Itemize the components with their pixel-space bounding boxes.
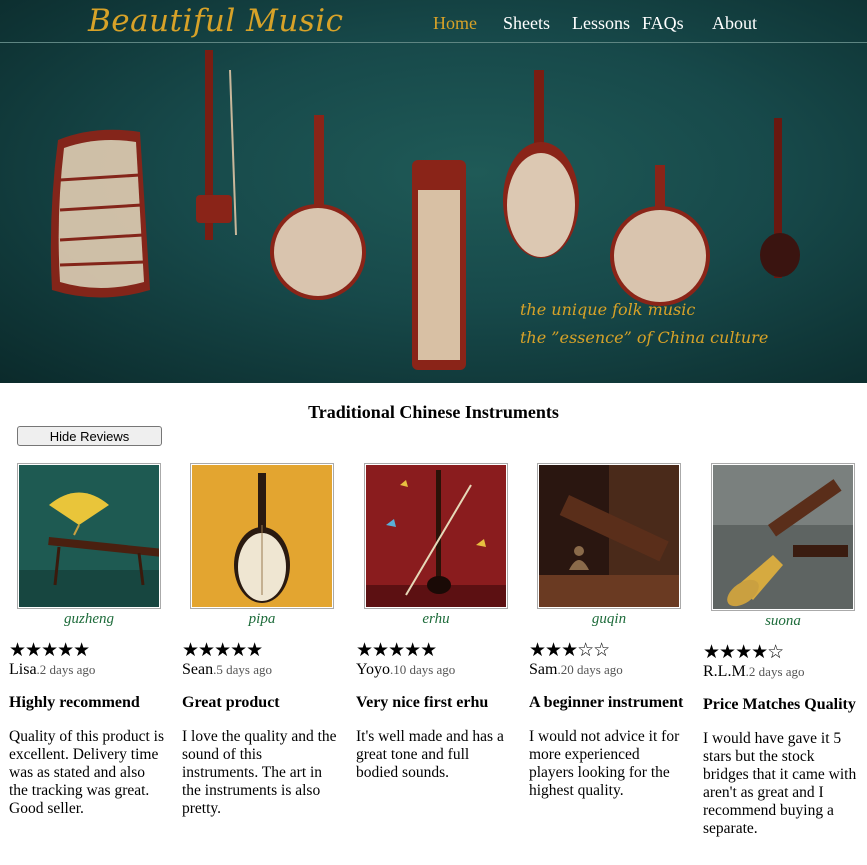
review-title: Highly recommend	[9, 694, 140, 711]
product-name[interactable]: erhu	[356, 611, 516, 628]
product-image-pipa[interactable]	[190, 463, 334, 609]
review-date: .10 days ago	[389, 662, 456, 677]
product-name[interactable]: guzheng	[9, 611, 169, 628]
review-date: .2 days ago	[745, 664, 805, 679]
product-card-guzheng: guzheng ★★★★★ Lisa.2 days ago Highly rec…	[9, 463, 179, 818]
nav-faqs[interactable]: FAQs	[642, 13, 684, 34]
star-rating: ★★★★★	[356, 640, 437, 661]
product-image-erhu[interactable]	[364, 463, 508, 609]
product-image-suona[interactable]	[711, 463, 855, 611]
review-meta: R.L.M.2 days ago	[703, 663, 867, 681]
reviewer-name: Sam	[529, 661, 558, 678]
review-title: Great product	[182, 694, 280, 711]
review-body: I would not advice it for more experienc…	[529, 728, 680, 799]
review-meta: Sam.20 days ago	[529, 661, 699, 679]
review-meta: Lisa.2 days ago	[9, 661, 179, 679]
hide-reviews-button[interactable]: Hide Reviews	[17, 426, 162, 446]
hero-banner: Beautiful Music Home Sheets Lessons FAQs…	[0, 0, 867, 383]
product-card-pipa: pipa ★★★★★ Sean.5 days ago Great product…	[182, 463, 352, 818]
nav-lessons[interactable]: Lessons	[572, 13, 630, 34]
nav-about[interactable]: About	[712, 13, 757, 34]
review-body: It's well made and has a great tone and …	[356, 728, 504, 781]
product-name[interactable]: pipa	[182, 611, 342, 628]
nav-sheets[interactable]: Sheets	[503, 13, 550, 34]
reviewer-name: R.L.M	[703, 663, 746, 680]
product-card-suona: suona ★★★★☆ R.L.M.2 days ago Price Match…	[703, 463, 867, 838]
product-card-erhu: erhu ★★★★★ Yoyo.10 days ago Very nice fi…	[356, 463, 526, 782]
nav-home[interactable]: Home	[433, 13, 477, 34]
review-date: .5 days ago	[213, 662, 272, 677]
star-rating: ★★★★☆	[703, 642, 784, 663]
hero-instruments-image	[50, 50, 800, 370]
site-logo[interactable]: Beautiful Music	[88, 3, 344, 39]
review-date: .2 days ago	[36, 662, 96, 677]
review-date: .20 days ago	[557, 662, 623, 677]
product-image-guqin[interactable]	[537, 463, 681, 609]
review-body: Quality of this product is excellent. De…	[9, 728, 164, 817]
product-image-guzheng[interactable]	[17, 463, 161, 609]
review-meta: Sean.5 days ago	[182, 661, 352, 679]
review-title: Price Matches Quality	[703, 696, 856, 713]
product-name[interactable]: guqin	[529, 611, 689, 628]
top-navbar: Beautiful Music Home Sheets Lessons FAQs…	[0, 0, 867, 43]
review-body: I would have gave it 5 stars but the sto…	[703, 730, 857, 837]
review-title: A beginner instrument	[529, 694, 684, 711]
hero-tagline-line1: the unique folk music	[520, 300, 696, 319]
star-rating: ★★★★★	[9, 640, 90, 661]
reviewer-name: Yoyo	[356, 661, 390, 678]
product-name[interactable]: suona	[703, 613, 863, 630]
star-rating: ★★★☆☆	[529, 640, 610, 661]
section-title: Traditional Chinese Instruments	[308, 402, 559, 422]
reviewer-name: Sean	[182, 661, 214, 678]
review-meta: Yoyo.10 days ago	[356, 661, 526, 679]
hero-tagline-line2: the ”essence” of China culture	[520, 328, 769, 347]
star-rating: ★★★★★	[182, 640, 263, 661]
review-body: I love the quality and the sound of this…	[182, 728, 337, 817]
reviewer-name: Lisa	[9, 661, 37, 678]
review-title: Very nice first erhu	[356, 694, 489, 711]
product-card-guqin: guqin ★★★☆☆ Sam.20 days ago A beginner i…	[529, 463, 699, 800]
